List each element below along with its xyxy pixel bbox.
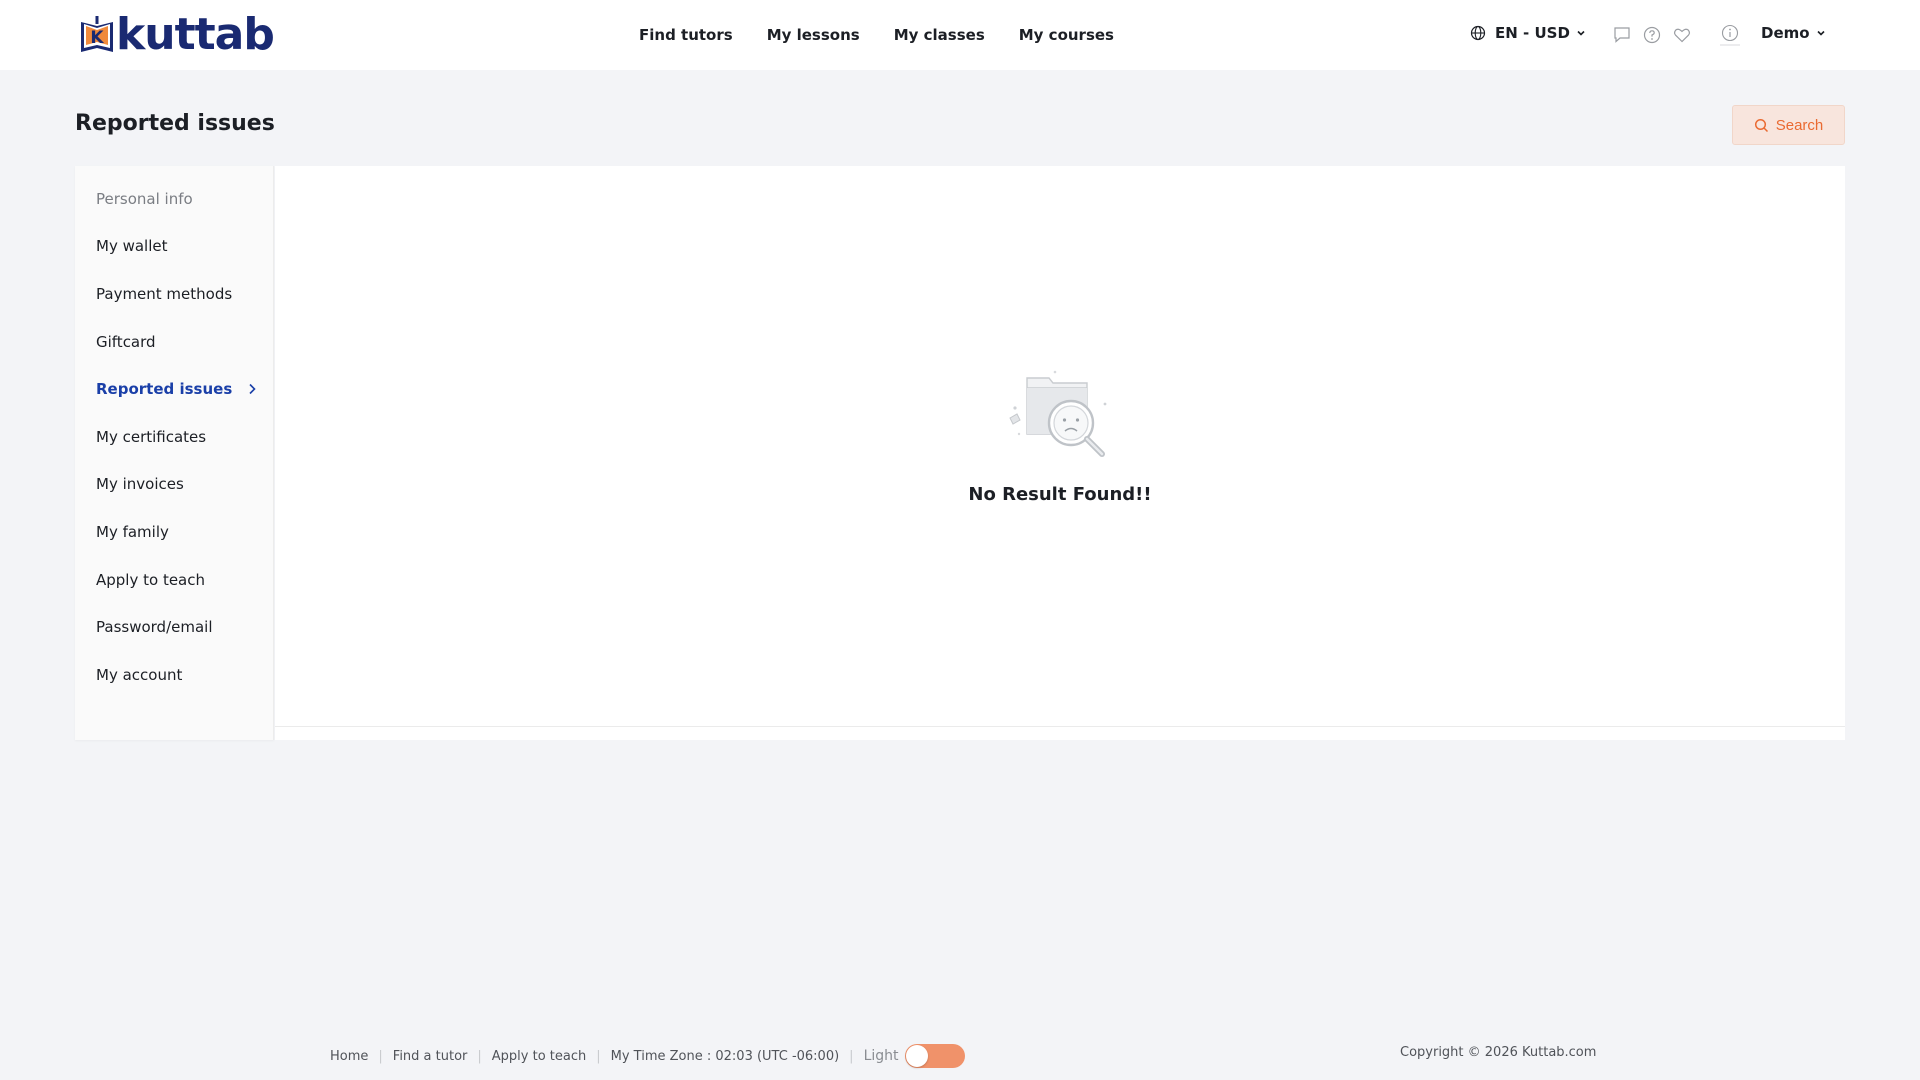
sidebar-item-my-account[interactable]: My account xyxy=(75,651,273,699)
sidebar-item-label: Reported issues xyxy=(96,380,233,399)
header-icon-group xyxy=(1612,25,1702,45)
empty-state-message: No Result Found!! xyxy=(968,484,1152,505)
sidebar-item-label: My invoices xyxy=(96,475,184,494)
page-title: Reported issues xyxy=(75,111,275,136)
sidebar-item-reported-issues[interactable]: Reported issues xyxy=(75,365,273,413)
sidebar-item-label: Giftcard xyxy=(96,332,156,351)
sidebar-item-label: My wallet xyxy=(96,237,168,256)
footer-separator: | xyxy=(378,1048,383,1064)
nav-my-classes[interactable]: My classes xyxy=(894,26,985,44)
theme-toggle[interactable] xyxy=(904,1044,965,1068)
theme-toggle-knob xyxy=(905,1045,928,1067)
user-menu[interactable]: Demo xyxy=(1761,24,1826,42)
sidebar-item-label: Password/email xyxy=(96,618,213,637)
top-header: K kuttab Find tutors My lessons My class… xyxy=(0,0,1920,70)
main-nav: Find tutors My lessons My classes My cou… xyxy=(639,0,1148,70)
search-button[interactable]: Search xyxy=(1732,105,1845,145)
kuttab-logo[interactable]: K kuttab xyxy=(77,9,275,60)
svg-text:K: K xyxy=(90,28,104,48)
footer-separator: | xyxy=(596,1048,601,1064)
sidebar-item-my-invoices[interactable]: My invoices xyxy=(75,461,273,509)
theme-label: Light xyxy=(863,1048,899,1064)
sidebar-item-password-email[interactable]: Password/email xyxy=(75,603,273,651)
user-name: Demo xyxy=(1761,24,1810,42)
search-icon xyxy=(1754,118,1768,132)
footer-separator: | xyxy=(477,1048,482,1064)
language-currency-label: EN - USD xyxy=(1495,24,1570,42)
footer-link-apply-to-teach[interactable]: Apply to teach xyxy=(492,1049,586,1064)
sidebar-item-payment-methods[interactable]: Payment methods xyxy=(75,270,273,318)
footer-links: Home | Find a tutor | Apply to teach | M… xyxy=(330,1044,965,1068)
nav-find-tutors[interactable]: Find tutors xyxy=(639,26,733,44)
chevron-down-icon xyxy=(1816,30,1825,36)
sidebar-item-label: Apply to teach xyxy=(96,570,205,589)
sidebar-item-label: Payment methods xyxy=(96,284,233,303)
account-sidebar: Personal info My wallet Payment methods … xyxy=(75,166,274,740)
footer-separator: | xyxy=(849,1048,854,1064)
copyright-text: Copyright © 2026 Kuttab.com xyxy=(1400,1045,1597,1060)
search-button-label: Search xyxy=(1775,116,1824,134)
sidebar-item-label: Personal info xyxy=(96,189,193,208)
footer-link-home[interactable]: Home xyxy=(330,1049,368,1064)
language-currency-selector[interactable]: EN - USD xyxy=(1470,24,1595,42)
no-results-illustration-icon xyxy=(1009,370,1107,457)
sidebar-item-my-family[interactable]: My family xyxy=(75,508,273,556)
chat-icon[interactable] xyxy=(1612,25,1632,45)
sidebar-item-personal-info[interactable]: Personal info xyxy=(75,175,273,223)
help-icon[interactable] xyxy=(1642,25,1662,45)
sidebar-item-apply-to-teach[interactable]: Apply to teach xyxy=(75,556,273,604)
panel-divider xyxy=(275,726,1845,727)
sidebar-item-label: My account xyxy=(96,665,183,684)
footer-link-find-a-tutor[interactable]: Find a tutor xyxy=(393,1049,468,1064)
heart-icon[interactable] xyxy=(1672,25,1692,45)
sidebar-item-my-certificates[interactable]: My certificates xyxy=(75,413,273,461)
chevron-right-icon xyxy=(249,384,256,395)
logo-book-icon: K xyxy=(81,16,113,52)
content-panel: No Result Found!! xyxy=(275,166,1845,740)
chevron-down-icon xyxy=(1577,30,1585,36)
footer-timezone: My Time Zone : 02:03 (UTC -06:00) xyxy=(610,1048,840,1064)
nav-my-lessons[interactable]: My lessons xyxy=(767,26,860,44)
info-icon[interactable] xyxy=(1719,23,1741,47)
logo-text: kuttab xyxy=(116,9,275,60)
globe-icon xyxy=(1470,25,1486,41)
sidebar-item-giftcard[interactable]: Giftcard xyxy=(75,318,273,366)
sidebar-item-my-wallet[interactable]: My wallet xyxy=(75,223,273,271)
nav-my-courses[interactable]: My courses xyxy=(1019,26,1114,44)
sidebar-item-label: My certificates xyxy=(96,427,207,446)
sidebar-item-label: My family xyxy=(96,522,169,541)
